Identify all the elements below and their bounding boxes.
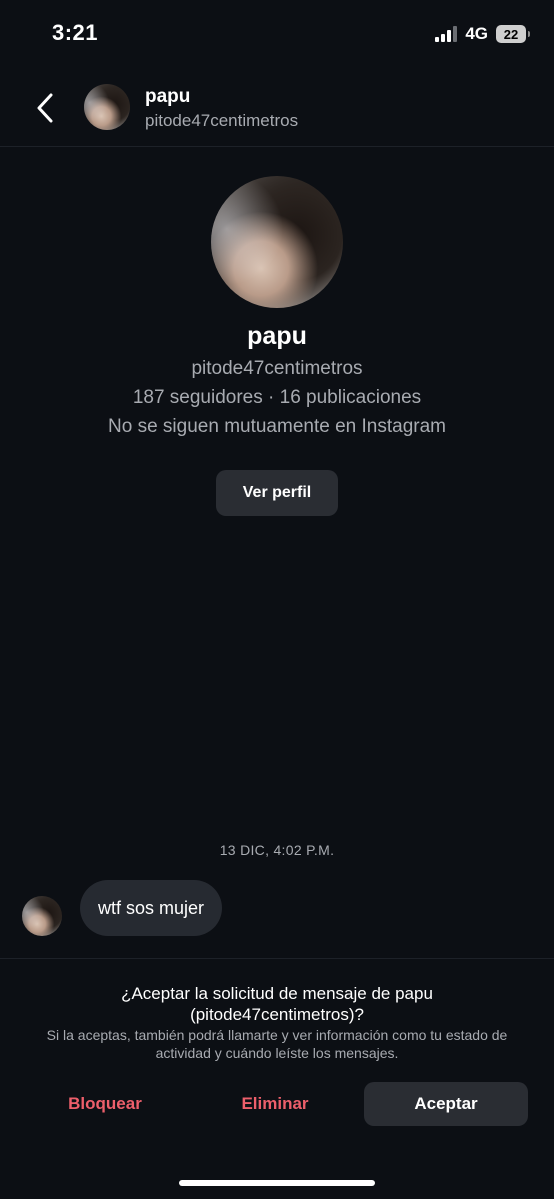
message-timestamp: 13 DIC, 4:02 P.M. [219,842,335,858]
battery-icon: 22 [496,25,530,43]
profile-avatar[interactable] [211,176,343,308]
status-time: 3:21 [52,20,99,45]
home-indicator[interactable] [179,1180,375,1186]
header-name[interactable]: papu [145,86,190,108]
header-avatar[interactable] [84,84,130,130]
request-title-line1: ¿Aceptar la solicitud de mensaje de papu [121,984,433,1003]
message-bubble[interactable]: wtf sos mujer [80,880,223,936]
profile-name: papu [247,322,307,350]
header-username[interactable]: pitode47centimetros [145,111,298,131]
signal-icon [435,26,458,42]
block-button[interactable]: Bloquear [30,1082,180,1126]
network-type: 4G [465,24,488,43]
chevron-left-icon [37,93,53,123]
delete-button[interactable]: Eliminar [200,1082,350,1126]
profile-username: pitode47centimetros [191,358,363,379]
profile-stats: 187 seguidores · 16 publicaciones [132,387,422,408]
request-title: ¿Aceptar la solicitud de mensaje de papu… [0,983,554,1025]
request-description: Si la aceptas, también podrá llamarte y … [46,1027,508,1061]
status-bar: 3:21 4G 22 [0,0,554,70]
view-profile-button[interactable]: Ver perfil [216,470,338,516]
accept-button[interactable]: Aceptar [364,1082,528,1126]
request-title-line2: (pitode47centimetros)? [190,1005,364,1024]
sender-avatar[interactable] [22,896,62,936]
profile-mutual-status: No se siguen mutuamente en Instagram [108,416,446,437]
divider [0,958,554,959]
chat-header: papu pitode47centimetros [0,70,554,147]
back-button[interactable] [28,88,62,128]
status-indicators: 4G 22 [435,24,530,44]
